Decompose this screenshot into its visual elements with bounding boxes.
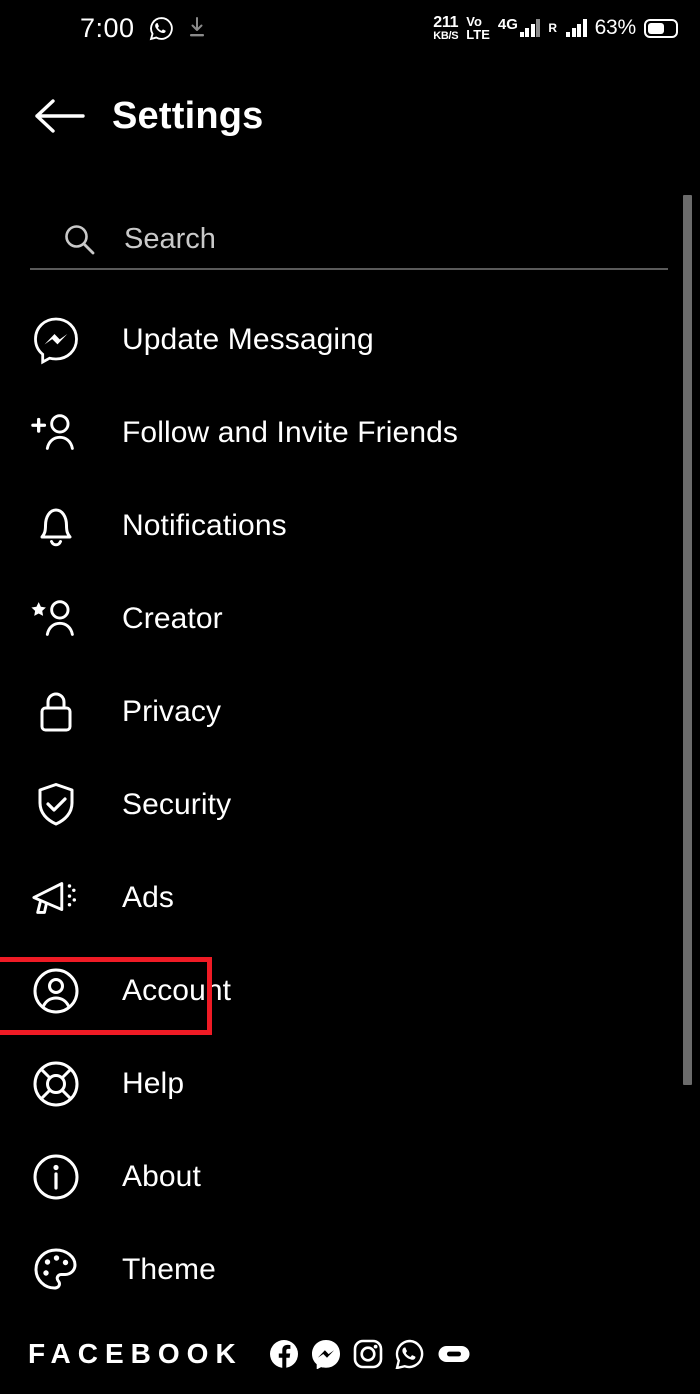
settings-item-follow-and-invite-friends[interactable]: Follow and Invite Friends [0,386,700,479]
download-icon [188,17,206,39]
network-speed-unit: KB/S [433,29,459,42]
facebook-icon[interactable] [269,1339,299,1369]
settings-item-help[interactable]: Help [0,1037,700,1130]
footer-brand-bar: FACEBOOK [28,1326,688,1382]
arrow-left-icon [33,96,85,136]
oculus-icon[interactable] [437,1343,471,1365]
signal-bars-secondary-icon [566,19,587,37]
settings-item-notifications[interactable]: Notifications [0,479,700,572]
settings-item-label: Privacy [122,694,222,728]
settings-item-theme[interactable]: Theme [0,1223,700,1316]
messenger-icon [30,314,82,366]
network-speed-value: 211 [433,13,459,31]
settings-item-label: Update Messaging [122,322,374,356]
whatsapp-icon[interactable] [395,1339,425,1369]
account-circle-icon [30,965,82,1017]
settings-item-security[interactable]: Security [0,758,700,851]
bell-icon [30,500,82,552]
page-title: Settings [112,94,264,137]
lock-icon [30,686,82,738]
battery-icon [644,18,678,38]
messenger-icon[interactable] [311,1339,341,1369]
palette-icon [30,1244,82,1296]
settings-item-label: Follow and Invite Friends [122,415,458,449]
network-speed-indicator: 211 KB/S [433,13,459,42]
status-bar-left: 7:00 [80,13,206,44]
footer-brand-label: FACEBOOK [28,1338,243,1369]
settings-item-label: Creator [122,601,223,635]
status-bar-right: 211 KB/S Vo LTE 4G R 63% [433,0,678,56]
settings-item-label: Theme [122,1252,216,1286]
settings-item-ads[interactable]: Ads [0,851,700,944]
info-circle-icon [30,1151,82,1203]
search-bar[interactable] [30,210,668,270]
shield-check-icon [30,779,82,831]
battery-percent-label: 63% [594,16,637,39]
settings-item-about[interactable]: About [0,1130,700,1223]
lifebuoy-icon [30,1058,82,1110]
settings-item-label: Ads [122,880,174,914]
whatsapp-icon [149,16,174,41]
settings-item-label: Security [122,787,232,821]
settings-item-update-messaging[interactable]: Update Messaging [0,293,700,386]
instagram-icon[interactable] [353,1339,383,1369]
megaphone-icon [30,872,82,924]
back-button[interactable] [28,85,90,147]
person-add-icon [30,407,82,459]
settings-item-creator[interactable]: Creator [0,572,700,665]
settings-list: Update Messaging Follow and Invite Frien… [0,293,700,1316]
settings-item-label: Notifications [122,508,287,542]
roaming-indicator: R [548,21,558,35]
status-clock: 7:00 [80,12,135,43]
app-bar: Settings [0,70,700,162]
signal-bars-icon [519,19,541,37]
settings-item-label: About [122,1159,201,1193]
status-bar: 7:00 211 KB/S Vo LTE 4G R 63% [0,0,700,56]
settings-item-label: Account [122,973,232,1007]
vertical-scrollbar[interactable] [683,195,692,1085]
volte-indicator: Vo LTE [466,15,490,41]
search-input[interactable] [124,222,604,256]
settings-item-account[interactable]: Account [0,944,700,1037]
person-star-icon [30,593,82,645]
footer-brand-icons [269,1339,471,1369]
settings-item-privacy[interactable]: Privacy [0,665,700,758]
settings-item-label: Help [122,1066,185,1100]
search-icon [62,222,96,256]
network-type-label: 4G [497,16,518,33]
settings-screen: 7:00 211 KB/S Vo LTE 4G R 63% Settings S… [0,0,700,1394]
volte-line2: LTE [466,27,490,42]
signal-indicator-primary: 4G [497,16,541,37]
